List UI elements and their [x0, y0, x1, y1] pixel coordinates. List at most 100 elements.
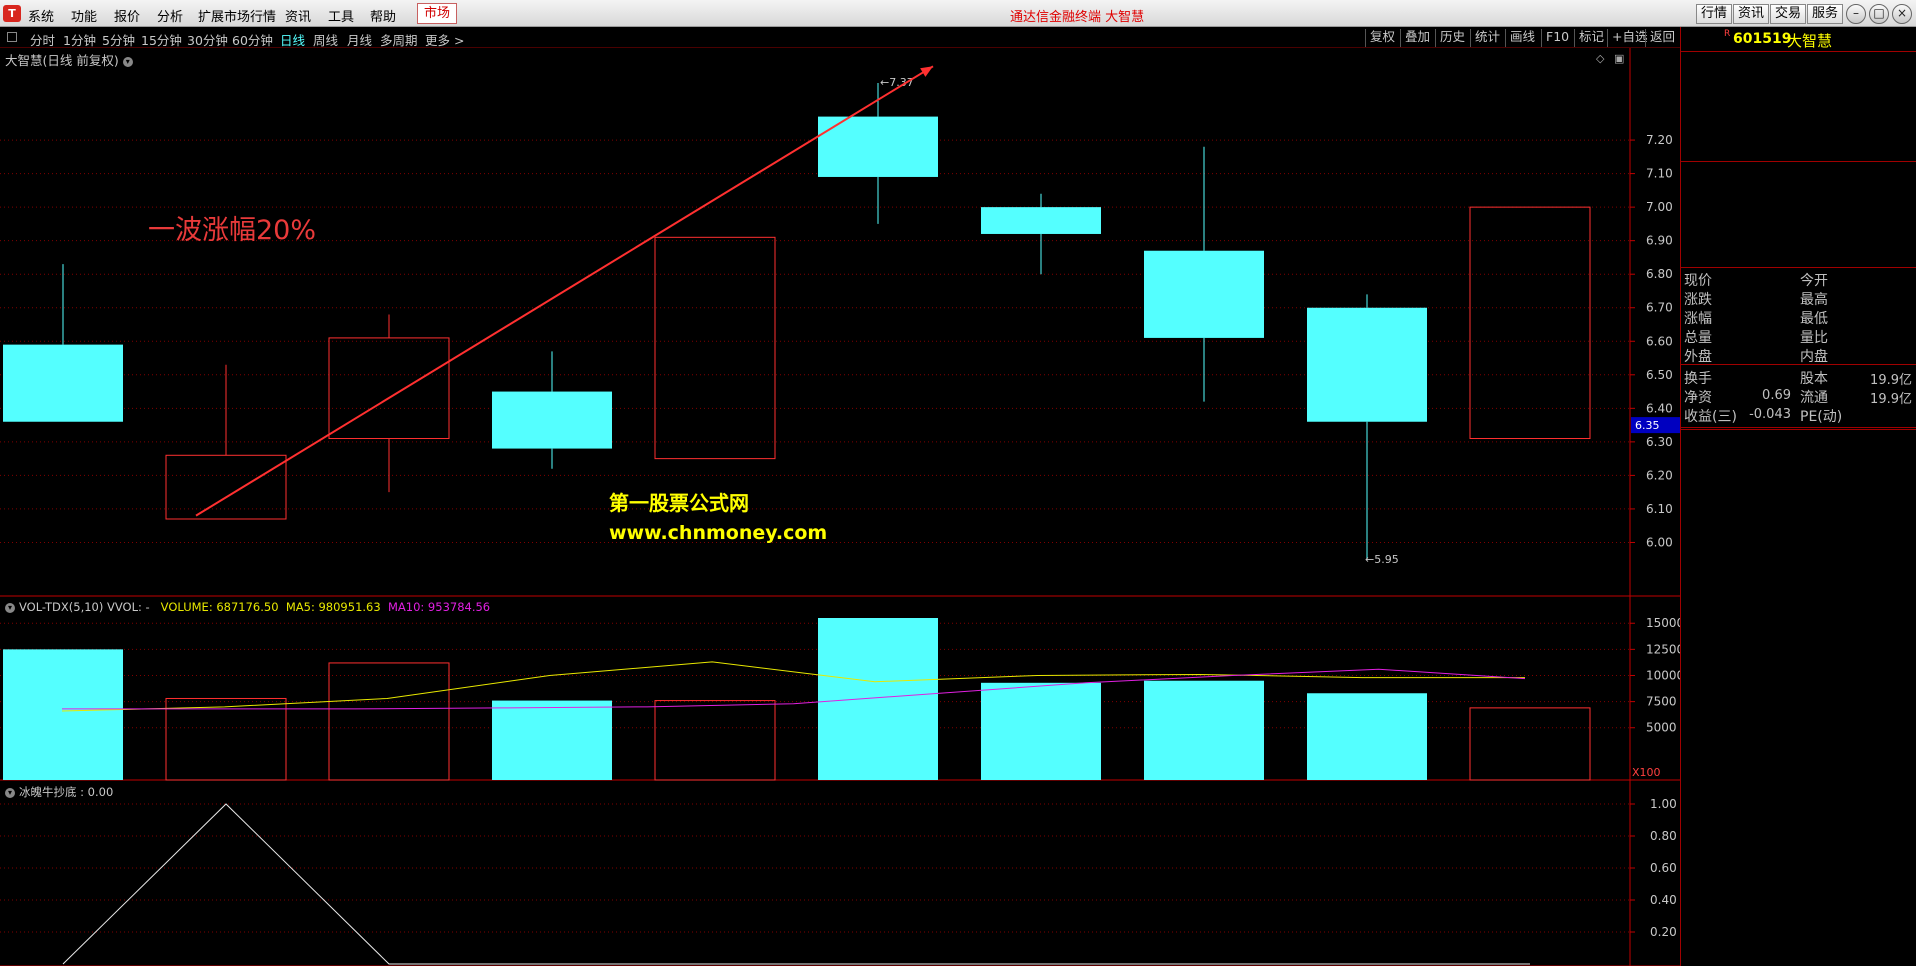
divider	[1681, 161, 1916, 162]
panel-switch-icon: ▣	[1614, 52, 1624, 65]
volume-value: VOLUME: 687176.50	[160, 600, 279, 614]
volume-indicator-name: VOL-TDX(5,10)	[19, 600, 104, 614]
volume-vvol: VVOL: -	[107, 600, 150, 614]
quote-field-label: 流通	[1800, 390, 1828, 406]
rally-annotation: 一波涨幅20%	[148, 215, 317, 246]
panel-toggle-icon[interactable]	[7, 32, 17, 42]
volume-tick-label: 10000	[1646, 668, 1680, 682]
stock-info-panel: R 601519 大智慧 现价 涨跌 涨幅 总量 外盘 换手 净资 0.69 收益(三) -0.0…	[1680, 27, 1916, 966]
menu-quote[interactable]: 报价	[114, 6, 140, 25]
high-price-marker: ←7.37	[880, 76, 914, 89]
menu-tools[interactable]: 工具	[328, 6, 354, 25]
close-icon[interactable]: ×	[1892, 4, 1912, 24]
trade-button[interactable]: 交易	[1770, 4, 1807, 24]
watermark-url: www.chnmoney.com	[609, 522, 828, 544]
quote-field-label: 股本	[1800, 371, 1828, 387]
period-15min[interactable]: 15分钟	[141, 30, 182, 49]
stock-header: R 601519 大智慧	[1681, 27, 1916, 52]
chevron-down-icon[interactable]: ▾	[122, 56, 133, 67]
volume-bar	[654, 700, 776, 781]
period-multi[interactable]: 多周期	[380, 30, 418, 49]
price-tick-label: 6.00	[1646, 535, 1673, 549]
divider	[1681, 364, 1916, 365]
app-logo-icon[interactable]: T	[3, 5, 21, 22]
tool-history[interactable]: 历史	[1435, 29, 1465, 47]
volume-bar	[492, 700, 612, 780]
quote-button[interactable]: 行情	[1696, 4, 1733, 24]
quote-field-label: 最低	[1800, 311, 1828, 327]
chevron-down-icon[interactable]: ▾	[5, 787, 15, 798]
price-tick-label: 6.30	[1646, 435, 1673, 449]
menu-function[interactable]: 功能	[71, 6, 97, 25]
candle-body	[3, 344, 123, 422]
volume-bar	[981, 682, 1101, 780]
price-tick-label: 6.60	[1646, 334, 1673, 348]
low-price-marker: ←5.95	[1365, 553, 1399, 566]
stock-name: 大智慧	[1787, 32, 1833, 50]
quote-field-value: -0.043	[1749, 407, 1791, 422]
tool-back[interactable]: 返回	[1645, 29, 1675, 47]
main-chart-title-text: 大智慧(日线 前复权)	[5, 53, 119, 68]
tool-stats[interactable]: 统计	[1470, 29, 1500, 47]
volume-panel-title: ▾ VOL-TDX(5,10) VVOL: - VOLUME: 687176.50…	[5, 600, 490, 614]
menu-extended-market[interactable]: 扩展市场行情	[198, 6, 276, 25]
period-weekly[interactable]: 周线	[313, 30, 338, 49]
price-tick-label: 6.20	[1646, 468, 1673, 482]
indicator-tick-label: 0.40	[1650, 893, 1677, 907]
menu-news[interactable]: 资讯	[285, 6, 311, 25]
menu-help[interactable]: 帮助	[370, 6, 396, 25]
tool-mark[interactable]: 标记	[1574, 29, 1604, 47]
quote-field-label: 总量	[1684, 330, 1712, 346]
candle-body	[1469, 206, 1591, 440]
volume-bar	[328, 662, 450, 781]
quote-field-label: 净资	[1684, 390, 1712, 406]
menu-system[interactable]: 系统	[28, 6, 54, 25]
candle-body	[1144, 250, 1264, 338]
volume-tick-label: 15000	[1646, 616, 1680, 630]
volume-bar	[818, 618, 938, 780]
price-tick-label: 6.10	[1646, 502, 1673, 516]
price-tick-label: 7.10	[1646, 167, 1673, 181]
price-tick-label: 7.00	[1646, 200, 1673, 214]
quote-field-label: 外盘	[1684, 349, 1712, 365]
period-5min[interactable]: 5分钟	[102, 30, 135, 49]
window-title: 通达信金融终端 大智慧	[1010, 10, 1145, 25]
service-button[interactable]: 服务	[1807, 4, 1844, 24]
quote-field-label: 涨跌	[1684, 292, 1712, 308]
tool-draw[interactable]: 画线	[1505, 29, 1535, 47]
price-tick-label: 6.70	[1646, 301, 1673, 315]
volume-tick-label: 12500	[1646, 642, 1680, 656]
news-button[interactable]: 资讯	[1733, 4, 1770, 24]
tool-add-watchlist[interactable]: +自选	[1607, 29, 1647, 47]
menu-analysis[interactable]: 分析	[157, 6, 183, 25]
quote-field-label: 最高	[1800, 292, 1828, 308]
period-60min[interactable]: 60分钟	[232, 30, 273, 49]
period-1min[interactable]: 1分钟	[63, 30, 96, 49]
tool-f10[interactable]: F10	[1541, 29, 1569, 47]
period-more[interactable]: 更多 >	[425, 30, 464, 49]
menu-market[interactable]: 市场	[417, 3, 458, 24]
restore-icon[interactable]: □	[1869, 4, 1889, 24]
volume-ma5: MA5: 980951.63	[285, 600, 381, 614]
menu-bar: T 系统 功能 报价 分析 扩展市场行情 资讯 工具 帮助 市场 通达信金融终端…	[0, 0, 1916, 27]
volume-tick-label: 7500	[1646, 695, 1677, 709]
period-intraday[interactable]: 分时	[30, 30, 55, 49]
minimize-icon[interactable]: –	[1846, 4, 1866, 24]
tool-overlay[interactable]: 叠加	[1400, 29, 1430, 47]
period-30min[interactable]: 30分钟	[187, 30, 228, 49]
indicator-name: 冰魄牛抄底 : 0.00	[19, 785, 114, 799]
indicator-tick-label: 0.20	[1650, 925, 1677, 939]
candle-body	[165, 454, 287, 520]
tool-adjust[interactable]: 复权	[1365, 29, 1395, 47]
indicator-tick-label: 1.00	[1650, 797, 1677, 811]
watermark-site-name: 第一股票公式网	[609, 491, 749, 515]
volume-bar	[3, 649, 123, 780]
period-daily[interactable]: 日线	[280, 30, 305, 49]
quote-field-label: 换手	[1684, 371, 1712, 387]
period-monthly[interactable]: 月线	[347, 30, 372, 49]
chevron-down-icon[interactable]: ▾	[5, 602, 15, 613]
kline-chart-area[interactable]: 7.20 7.10 7.00 6.90 6.80 6.70 6.60 6.50 6.40 6.30…	[0, 48, 1680, 966]
volume-bar	[165, 697, 287, 781]
trend-arrow-head-icon	[920, 66, 933, 77]
volume-bar	[1307, 693, 1427, 780]
